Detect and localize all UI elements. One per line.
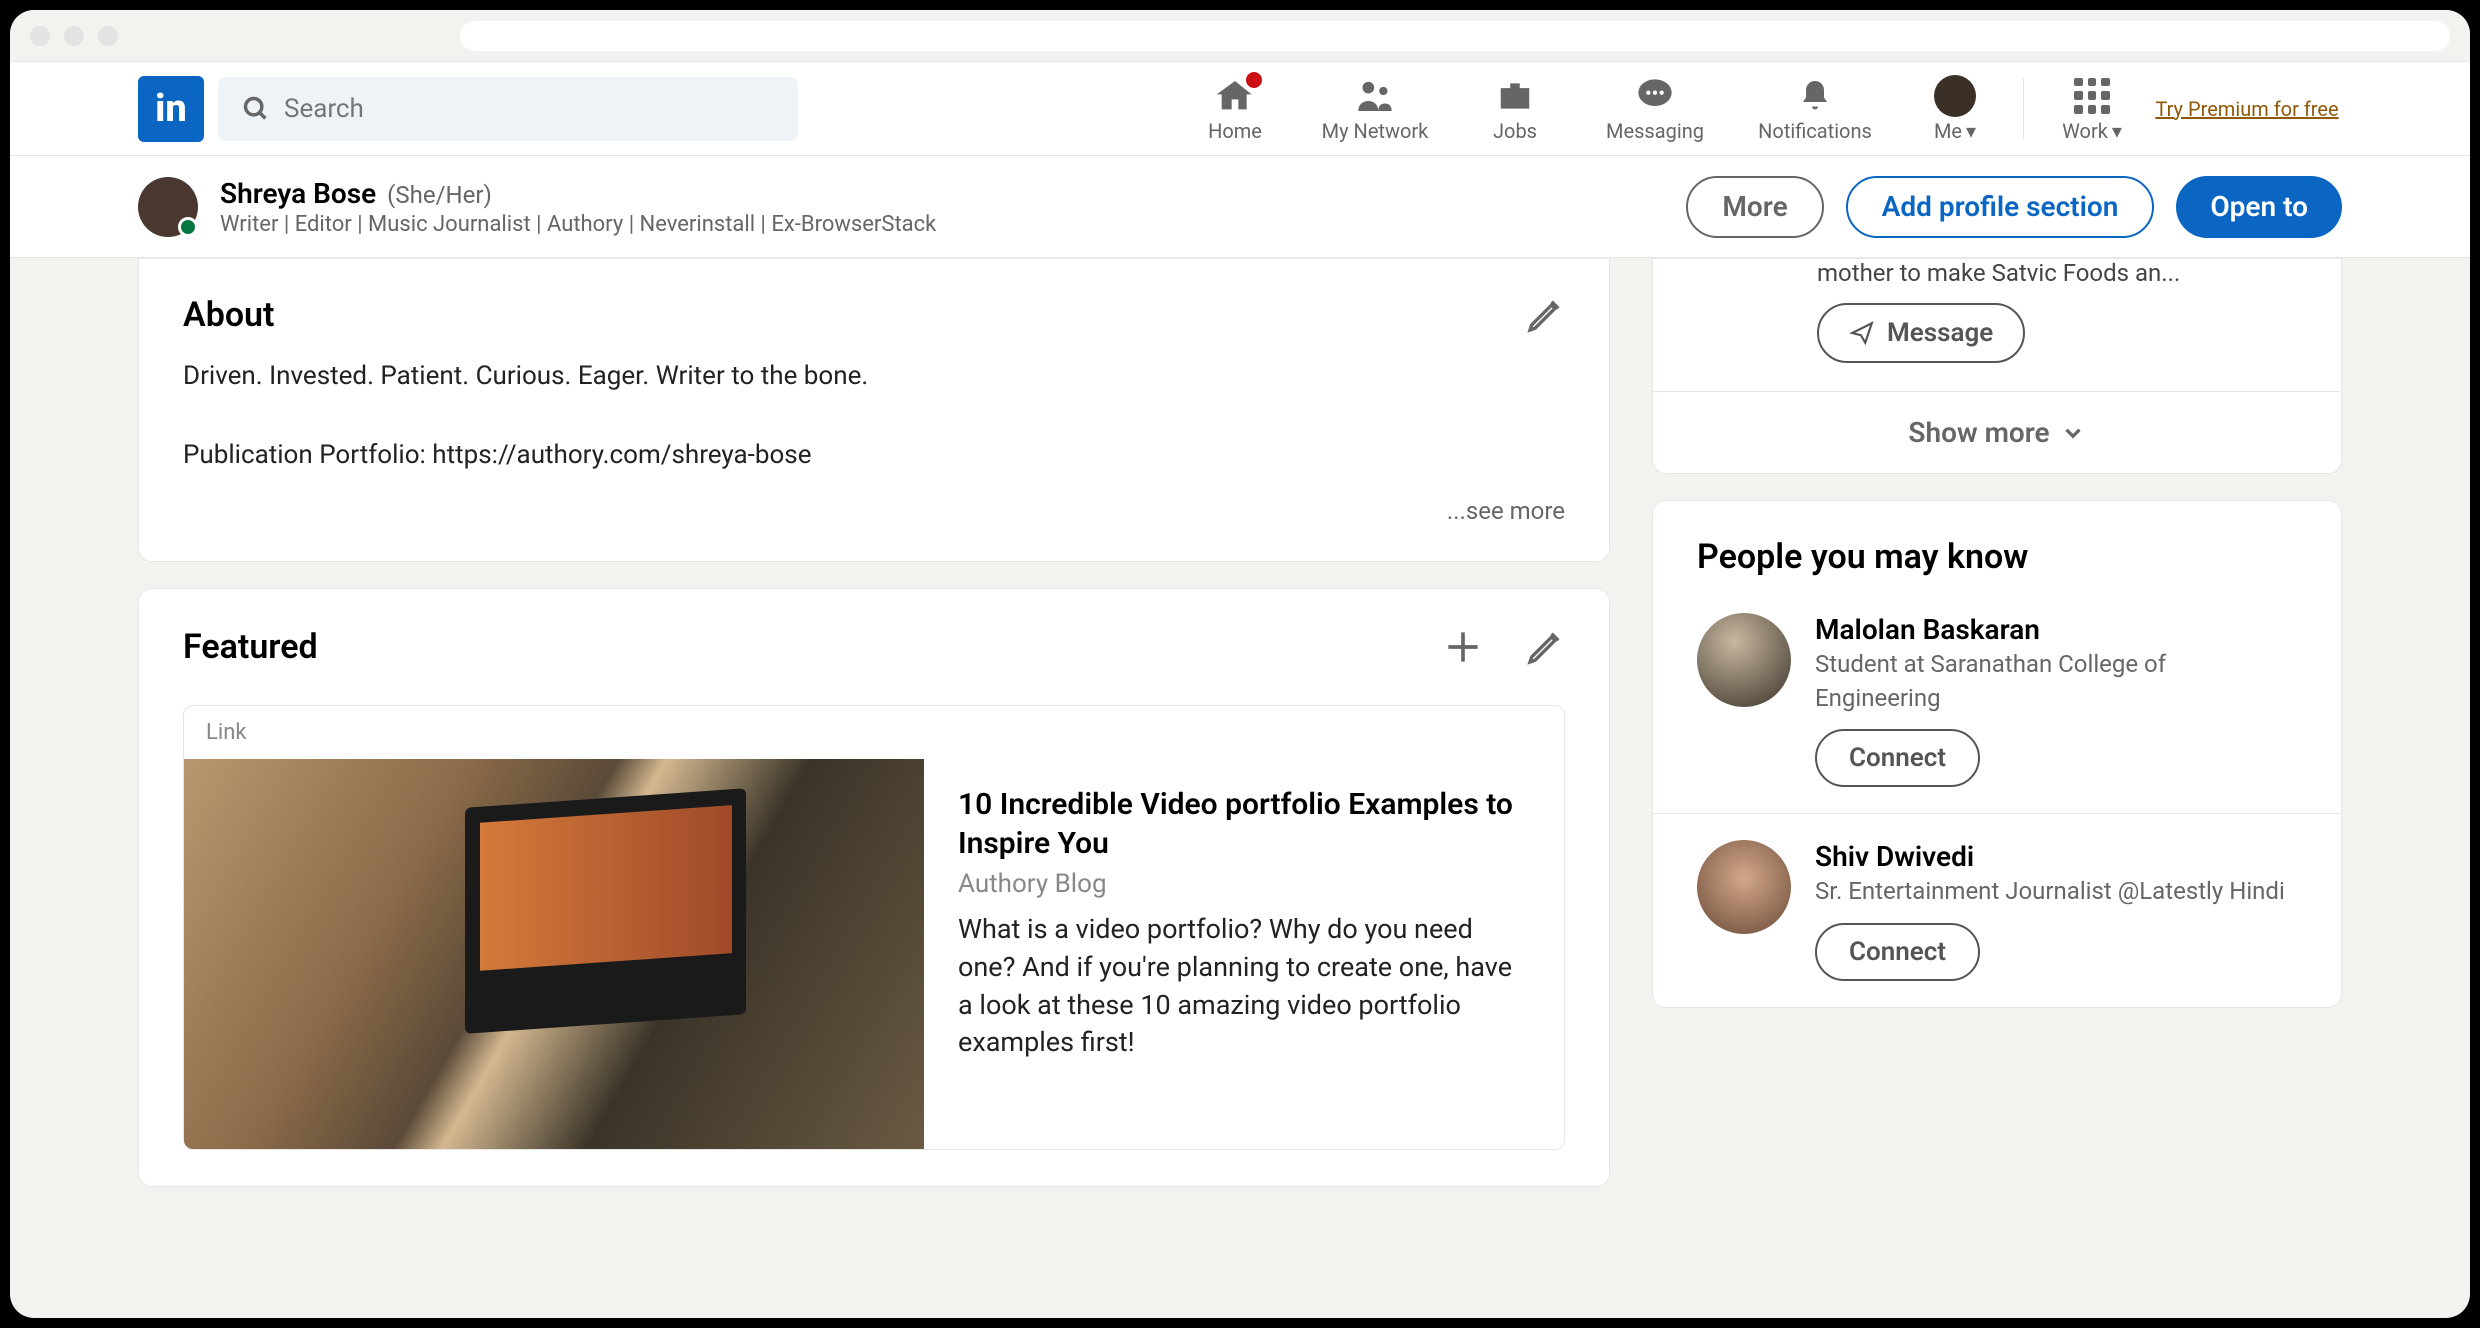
caret-down-icon: ▾ [1966,119,1976,143]
featured-type-badge: Link [184,706,1564,759]
nav-me[interactable]: Me▾ [1895,62,2015,155]
linkedin-logo[interactable]: in [138,76,204,142]
featured-item[interactable]: Link 10 Incredible Video portfolio Examp… [183,705,1565,1150]
person-name[interactable]: Shiv Dwivedi [1815,840,2297,873]
profile-subheader: Shreya Bose (She/Her) Writer | Editor | … [10,156,2470,258]
nav-network[interactable]: My Network [1295,62,1455,155]
add-featured-button[interactable] [1441,625,1485,669]
connect-button[interactable]: Connect [1815,729,1980,787]
network-icon [1355,76,1395,116]
show-more-button[interactable]: Show more [1653,391,2341,473]
person-item: Shiv Dwivedi Sr. Entertainment Journalis… [1653,813,2341,1007]
about-card: About Driven. Invested. Patient. Curious… [138,258,1610,562]
avatar-icon [1934,75,1976,117]
nav-jobs[interactable]: Jobs [1455,62,1575,155]
pencil-icon [1525,295,1565,335]
send-icon [1849,320,1875,346]
apps-grid-icon [2074,78,2110,114]
url-bar[interactable] [460,21,2450,51]
person-name[interactable]: Malolan Baskaran [1815,613,2297,646]
featured-thumbnail [184,759,924,1149]
try-premium-link[interactable]: Try Premium for free [2152,95,2342,123]
featured-title: Featured [183,627,318,667]
open-to-button[interactable]: Open to [2176,176,2342,238]
pymk-title: People you may know [1697,537,2297,577]
more-button[interactable]: More [1686,176,1823,238]
caret-down-icon: ▾ [2112,119,2122,143]
nav-notifications[interactable]: Notifications [1735,62,1895,155]
search-input[interactable] [284,94,774,124]
plus-icon [1441,625,1485,669]
profile-headline: Writer | Editor | Music Journalist | Aut… [220,212,1664,237]
messaging-icon [1635,76,1675,116]
notification-badge [1243,69,1265,91]
see-more-link[interactable]: ...see more [183,497,1565,525]
edit-about-button[interactable] [1525,295,1565,335]
featured-item-desc: What is a video portfolio? Why do you ne… [958,911,1530,1062]
profile-pronoun: (She/Her) [387,181,492,209]
person-avatar[interactable] [1697,840,1791,934]
profile-name: Shreya Bose (She/Her) [220,177,1664,210]
browser-titlebar [10,10,2470,62]
featured-item-title: 10 Incredible Video portfolio Examples t… [958,785,1530,863]
jobs-icon [1496,77,1534,115]
sidebar-snippet: mother to make Satvic Foods an... [1817,259,2297,287]
bell-icon [1797,78,1833,114]
search-icon [242,95,270,123]
person-avatar[interactable] [1697,613,1791,707]
top-nav: in Home My Network Jobs [10,62,2470,156]
about-title: About [183,295,274,335]
featured-item-source: Authory Blog [958,869,1530,899]
add-profile-section-button[interactable]: Add profile section [1846,176,2155,238]
edit-featured-button[interactable] [1525,627,1565,667]
nav-messaging[interactable]: Messaging [1575,62,1735,155]
search-box[interactable] [218,77,798,141]
nav-work[interactable]: Work▾ [2032,62,2152,155]
person-desc: Sr. Entertainment Journalist @Latestly H… [1815,875,2297,909]
presence-indicator [178,217,198,237]
profile-avatar[interactable] [138,177,198,237]
pymk-card: People you may know Malolan Baskaran Stu… [1652,500,2342,1008]
about-text-2: Publication Portfolio: https://authory.c… [183,436,1565,475]
person-item: Malolan Baskaran Student at Saranathan C… [1653,587,2341,813]
pencil-icon [1525,627,1565,667]
sidebar-card-top: mother to make Satvic Foods an... Messag… [1652,258,2342,474]
featured-card: Featured Link [138,588,1610,1187]
nav-home[interactable]: Home [1175,62,1295,155]
window-max-dot[interactable] [98,26,118,46]
about-text-1: Driven. Invested. Patient. Curious. Eage… [183,357,1565,396]
person-desc: Student at Saranathan College of Enginee… [1815,648,2297,715]
message-button[interactable]: Message [1817,303,2025,363]
chevron-down-icon [2060,420,2086,446]
connect-button[interactable]: Connect [1815,923,1980,981]
window-min-dot[interactable] [64,26,84,46]
window-close-dot[interactable] [30,26,50,46]
